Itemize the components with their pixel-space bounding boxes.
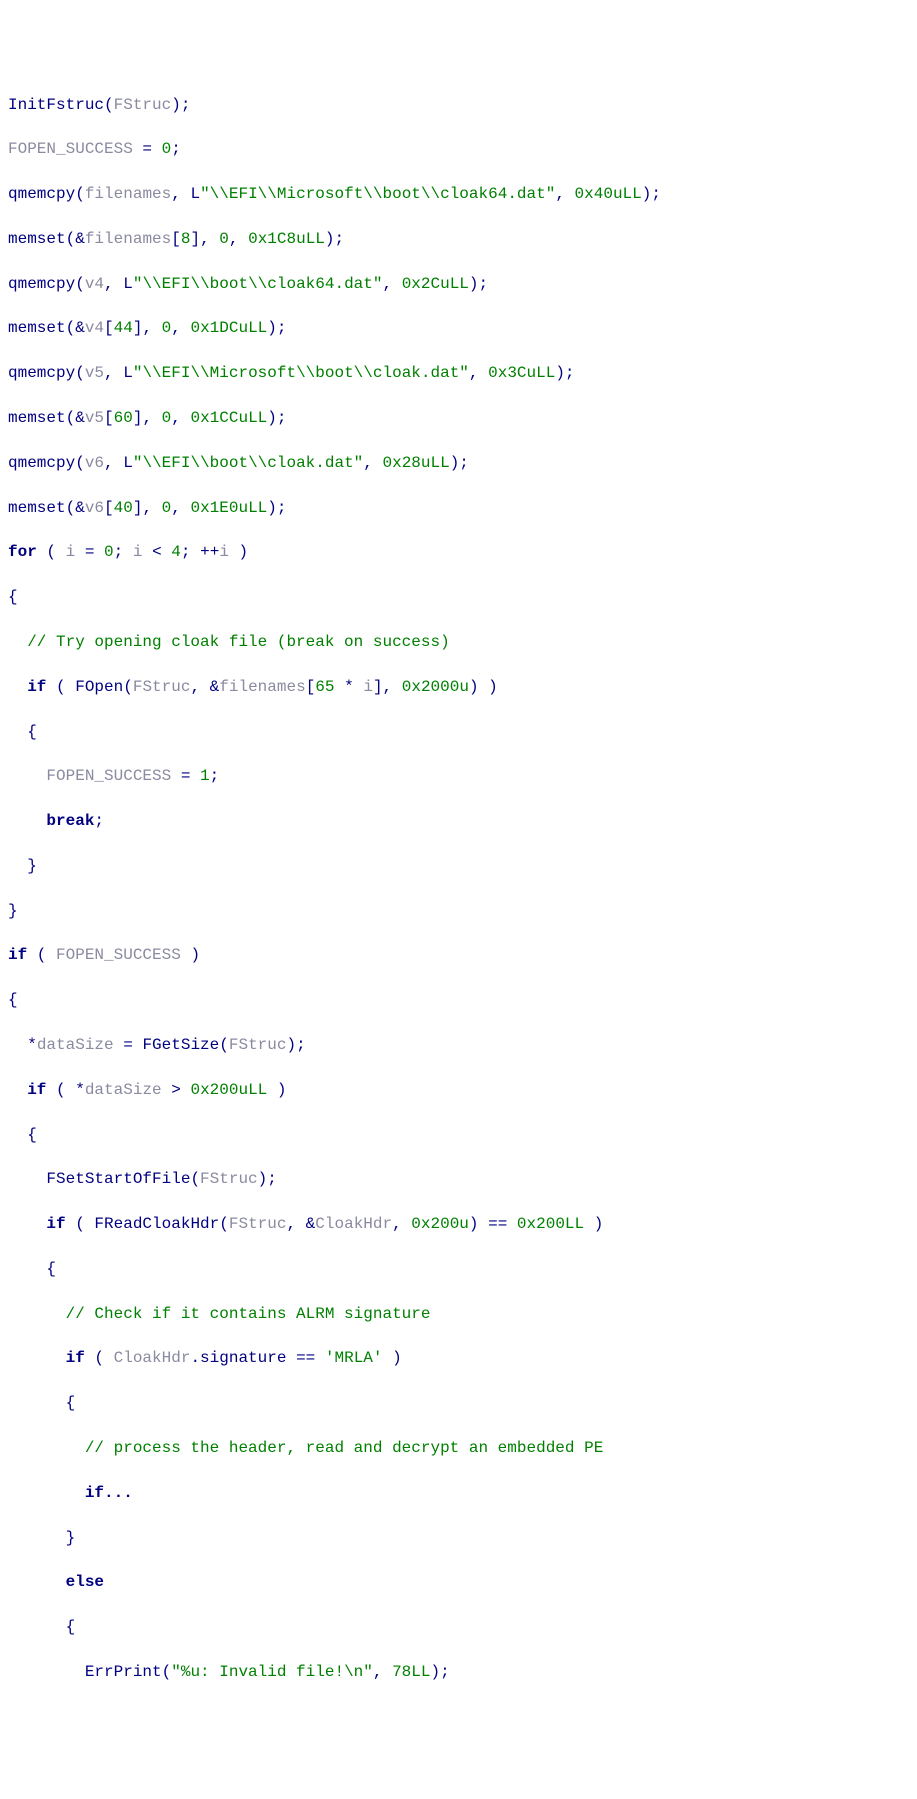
code-line: qmemcpy(v4, L"\\EFI\\boot\\cloak64.dat",… [8, 273, 909, 295]
string-literal: "%u: Invalid file!\n" [171, 1663, 373, 1681]
code-line: { [8, 1392, 909, 1414]
keyword-for: for [8, 543, 37, 561]
code-line: memset(&v6[40], 0, 0x1E0uLL); [8, 497, 909, 519]
code-line: qmemcpy(v6, L"\\EFI\\boot\\cloak.dat", 0… [8, 452, 909, 474]
keyword-if: if... [85, 1484, 133, 1502]
code-line: } [8, 1527, 909, 1549]
function-call: InitFstruc [8, 96, 104, 114]
comment: // Try opening cloak file (break on succ… [27, 633, 449, 651]
code-line: if ( CloakHdr.signature == 'MRLA' ) [8, 1347, 909, 1369]
code-line: { [8, 721, 909, 743]
code-line: if ( FOPEN_SUCCESS ) [8, 944, 909, 966]
string-literal: "\\EFI\\boot\\cloak64.dat" [133, 275, 383, 293]
keyword-else: else [66, 1573, 104, 1591]
code-line: { [8, 1124, 909, 1146]
code-line: { [8, 1616, 909, 1638]
code-line: { [8, 586, 909, 608]
code-line: ErrPrint("%u: Invalid file!\n", 78LL); [8, 1661, 909, 1683]
identifier: FStruc [114, 96, 172, 114]
string-literal: "\\EFI\\boot\\cloak.dat" [133, 454, 363, 472]
code-line: // Check if it contains ALRM signature [8, 1303, 909, 1325]
function-call: FReadCloakHdr [94, 1215, 219, 1233]
code-line: // Try opening cloak file (break on succ… [8, 631, 909, 653]
code-line: FOPEN_SUCCESS = 1; [8, 765, 909, 787]
string-literal: "\\EFI\\Microsoft\\boot\\cloak.dat" [133, 364, 469, 382]
number: 0 [162, 140, 172, 158]
keyword-if: if [27, 678, 46, 696]
string-literal: "\\EFI\\Microsoft\\boot\\cloak64.dat" [200, 185, 555, 203]
code-line: } [8, 900, 909, 922]
code-line: FOPEN_SUCCESS = 0; [8, 138, 909, 160]
code-line: FSetStartOfFile(FStruc); [8, 1168, 909, 1190]
keyword-break: break [46, 812, 94, 830]
identifier: filenames [85, 230, 171, 248]
function-call: FSetStartOfFile [46, 1170, 190, 1188]
function-call: ErrPrint [85, 1663, 162, 1681]
identifier: filenames [85, 185, 171, 203]
code-line: { [8, 1258, 909, 1280]
keyword-if: if [66, 1349, 85, 1367]
function-call: FGetSize [142, 1036, 219, 1054]
function-call: FOpen [75, 678, 123, 696]
code-line: memset(&filenames[8], 0, 0x1C8uLL); [8, 228, 909, 250]
code-line: { [8, 989, 909, 1011]
code-line: if ( FOpen(FStruc, &filenames[65 * i], 0… [8, 676, 909, 698]
code-line: if... [8, 1482, 909, 1504]
number: 0x40uLL [575, 185, 642, 203]
comment: // Check if it contains ALRM signature [66, 1305, 431, 1323]
keyword-if: if [27, 1081, 46, 1099]
code-line: break; [8, 810, 909, 832]
comment: // process the header, read and decrypt … [85, 1439, 603, 1457]
keyword-if: if [8, 946, 27, 964]
code-line: InitFstruc(FStruc); [8, 94, 909, 116]
code-line: qmemcpy(v5, L"\\EFI\\Microsoft\\boot\\cl… [8, 362, 909, 384]
char-literal: 'MRLA' [325, 1349, 383, 1367]
function-call: qmemcpy [8, 275, 75, 293]
member: signature [200, 1349, 286, 1367]
brace-open: { [8, 588, 18, 606]
code-line: *dataSize = FGetSize(FStruc); [8, 1034, 909, 1056]
code-line: for ( i = 0; i < 4; ++i ) [8, 541, 909, 563]
code-line: if ( FReadCloakHdr(FStruc, &CloakHdr, 0x… [8, 1213, 909, 1235]
code-line: if ( *dataSize > 0x200uLL ) [8, 1079, 909, 1101]
code-line: } [8, 855, 909, 877]
function-call: memset [8, 230, 66, 248]
identifier: FOPEN_SUCCESS [8, 140, 133, 158]
code-line: // process the header, read and decrypt … [8, 1437, 909, 1459]
function-call: qmemcpy [8, 185, 75, 203]
string-prefix: L [190, 185, 200, 203]
code-line: else [8, 1571, 909, 1593]
code-line: memset(&v4[44], 0, 0x1DCuLL); [8, 317, 909, 339]
code-line: qmemcpy(filenames, L"\\EFI\\Microsoft\\b… [8, 183, 909, 205]
code-line: memset(&v5[60], 0, 0x1CCuLL); [8, 407, 909, 429]
keyword-if: if [46, 1215, 65, 1233]
